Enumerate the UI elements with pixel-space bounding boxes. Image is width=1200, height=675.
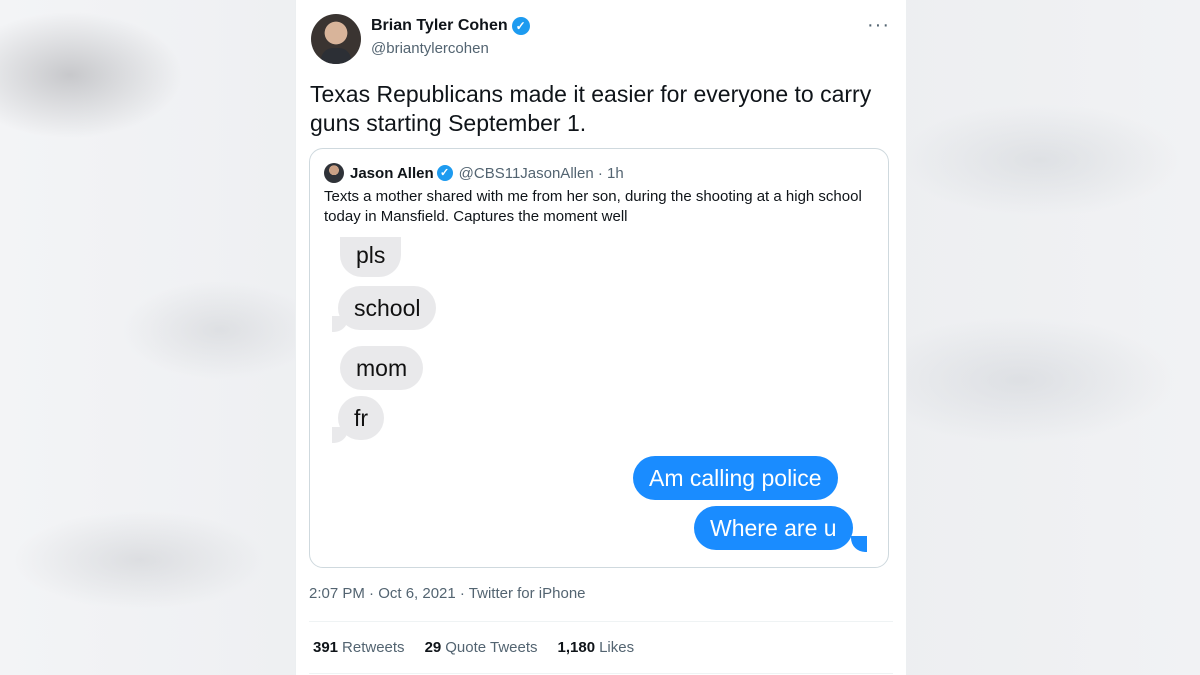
stat-count: 29 [424,639,442,656]
message-bubble-outgoing: Where are u [694,506,853,550]
stat-quote-tweets[interactable]: 29 Quote Tweets [425,639,538,656]
quoted-author-avatar[interactable] [324,163,344,183]
quoted-tweet-header: Jason Allen ✓ @CBS11JasonAllen · 1h [324,163,624,183]
stat-label: Retweets [342,639,405,656]
author-name[interactable]: Brian Tyler Cohen [371,17,508,35]
verified-badge-icon: ✓ [511,17,530,35]
author-avatar[interactable] [311,14,361,64]
message-tail-incoming [332,427,348,443]
quoted-author-name[interactable]: Jason Allen [350,165,434,182]
stat-count: 1,180 [557,639,596,656]
tweet-stats: 391 Retweets 29 Quote Tweets 1,180 Likes [313,639,654,656]
tweet-timestamp[interactable]: 2:07 PM · Oct 6, 2021 · Twitter for iPho… [309,585,586,602]
stat-label: Quote Tweets [445,639,538,656]
message-tail-incoming [332,316,348,332]
divider [309,621,893,622]
message-bubble-outgoing: Am calling police [633,456,838,500]
stat-label: Likes [599,639,635,656]
divider [309,673,893,674]
quoted-tweet-text: Texts a mother shared with me from her s… [324,188,862,225]
stat-likes[interactable]: 1,180 Likes [558,639,635,656]
message-bubble-incoming: mom [340,346,424,390]
tweet-text: Texas Republicans made it easier for eve… [310,81,872,136]
tweet-card: Brian Tyler Cohen ✓ @briantylercohen ···… [295,0,907,675]
author-handle[interactable]: @briantylercohen [371,40,489,57]
quoted-author-meta: @CBS11JasonAllen · 1h [458,164,624,182]
message-tail-outgoing [851,536,867,552]
stat-count: 391 [313,639,339,656]
stat-retweets[interactable]: 391 Retweets [313,639,405,656]
message-bubble-incoming: school [338,286,437,330]
quoted-tweet[interactable]: Jason Allen ✓ @CBS11JasonAllen · 1h Text… [309,148,889,568]
author-name-row: Brian Tyler Cohen ✓ [371,17,530,35]
quoted-verified-badge-icon: ✓ [436,165,453,181]
message-bubble-incoming: pls [340,237,402,277]
more-options-icon[interactable]: ··· [867,14,890,37]
